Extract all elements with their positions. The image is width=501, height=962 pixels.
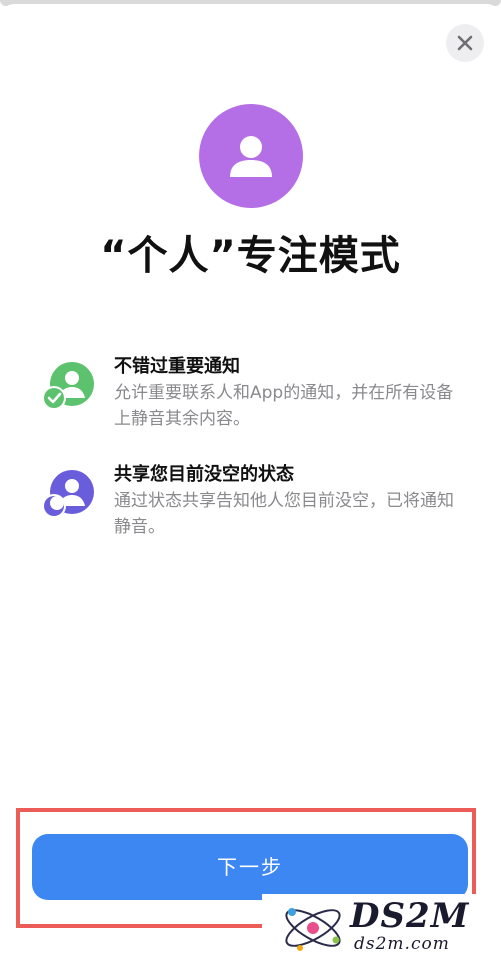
feature-important-notifications: 不错过重要通知 允许重要联系人和App的通知，并在所有设备上静音其余内容。: [40, 354, 480, 444]
feature-share-status: 共享您目前没空的状态 通过状态共享告知他人您目前没空，已将通知静音。: [40, 462, 480, 552]
feature-title: 不错过重要通知: [114, 356, 240, 377]
watermark-site: ds2m.com: [354, 934, 450, 954]
person-icon: [230, 136, 272, 177]
person-check-icon: [42, 362, 94, 410]
page-title: “个人”专注模式: [100, 233, 401, 279]
watermark: DS2M ds2m.com: [262, 894, 501, 962]
close-icon: [457, 35, 473, 51]
personal-focus-icon: [199, 104, 303, 208]
close-button[interactable]: [446, 24, 484, 62]
next-button[interactable]: 下一步: [32, 834, 468, 900]
feature-title: 共享您目前没空的状态: [114, 464, 294, 485]
feature-description: 通过状态共享告知他人您目前没空，已将通知静音。: [114, 491, 454, 537]
feature-description: 允许重要联系人和App的通知，并在所有设备上静音其余内容。: [114, 383, 454, 429]
atom-logo-icon: [285, 908, 341, 951]
watermark-brand: DS2M: [350, 896, 470, 936]
person-moon-icon: [42, 470, 94, 518]
